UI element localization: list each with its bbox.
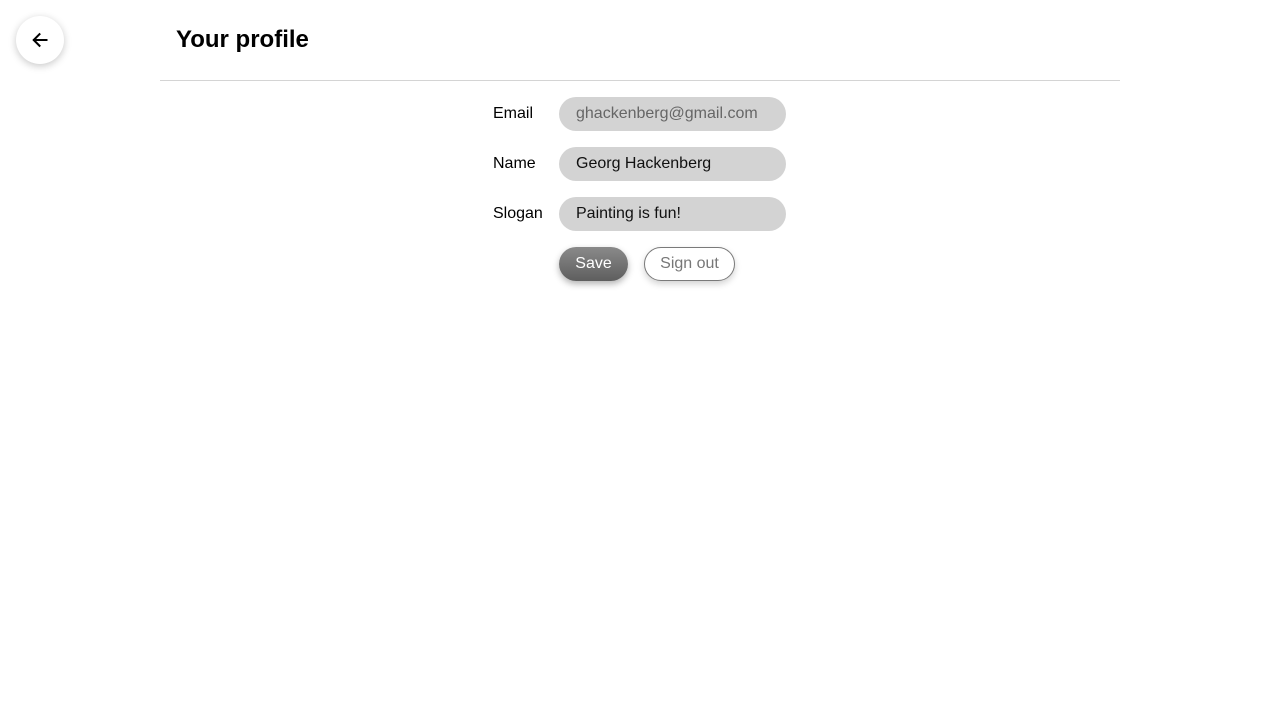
name-row: Name	[493, 147, 786, 181]
email-row: Email	[493, 97, 786, 131]
profile-form: Email Name Slogan Save Sign out	[493, 97, 786, 281]
slogan-label: Slogan	[493, 205, 543, 222]
email-label: Email	[493, 105, 534, 122]
form-actions: Save Sign out	[559, 247, 786, 281]
name-label: Name	[493, 155, 536, 172]
back-button[interactable]	[16, 16, 64, 64]
page-title: Your profile	[176, 26, 309, 53]
arrow-left-icon	[30, 30, 50, 50]
name-field[interactable]	[559, 147, 786, 181]
slogan-row: Slogan	[493, 197, 786, 231]
email-field[interactable]	[559, 97, 786, 131]
slogan-field[interactable]	[559, 197, 786, 231]
page-header: Your profile	[160, 0, 1120, 81]
sign-out-button[interactable]: Sign out	[644, 247, 735, 281]
save-button[interactable]: Save	[559, 247, 628, 281]
